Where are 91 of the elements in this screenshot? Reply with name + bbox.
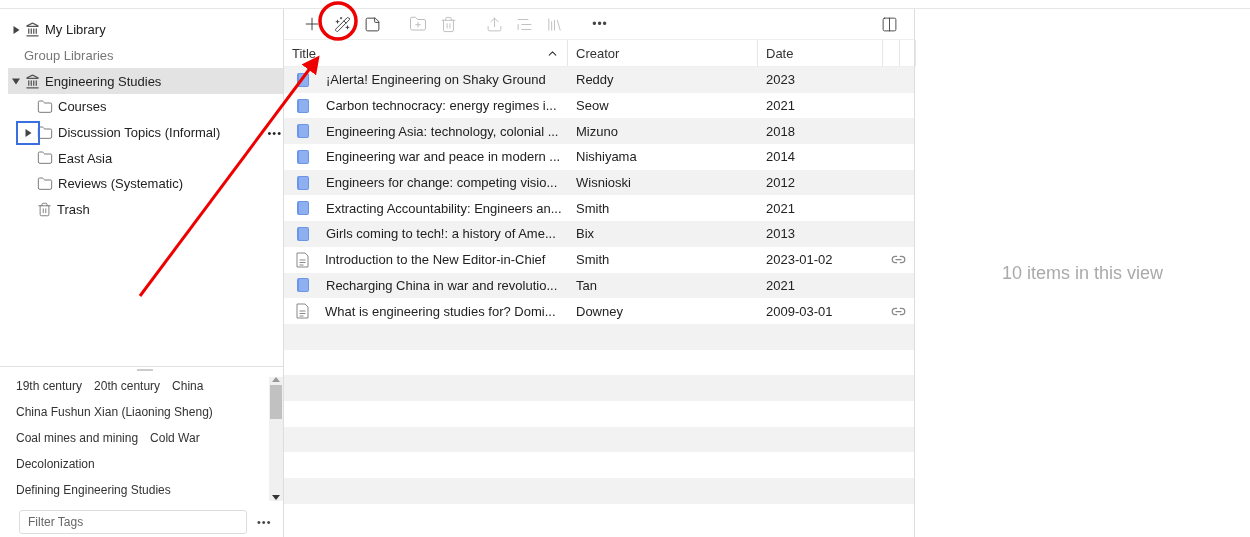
title-cell-text: What is engineering studies for? Domi... bbox=[324, 303, 556, 319]
book-icon bbox=[296, 148, 310, 165]
tag[interactable]: China Fushun Xian (Liaoning Sheng) bbox=[16, 399, 213, 425]
title-cell-text: Engineers for change: competing visio... bbox=[325, 175, 558, 191]
expanded-arrow-icon[interactable] bbox=[12, 77, 20, 86]
creator-cell-text: Tan bbox=[575, 277, 598, 293]
date-cell-text: 2012 bbox=[765, 175, 796, 191]
section-header: Group Libraries bbox=[24, 48, 114, 64]
collapsed-arrow-icon[interactable] bbox=[24, 128, 32, 137]
date-cell-text: 2018 bbox=[765, 123, 796, 139]
folder-icon bbox=[37, 175, 53, 192]
creator-cell-text: Smith bbox=[575, 252, 611, 268]
scrollbar-thumb[interactable] bbox=[270, 385, 282, 419]
tag[interactable]: 19th century bbox=[16, 373, 83, 399]
highlight-square bbox=[16, 121, 40, 145]
column-header[interactable]: Title bbox=[292, 45, 317, 61]
title-cell-text: Engineering war and peace in modern ... bbox=[325, 149, 561, 165]
book-icon bbox=[296, 97, 310, 114]
collapsed-arrow-icon[interactable] bbox=[12, 25, 20, 34]
collection-row[interactable]: Reviews (Systematic) bbox=[8, 171, 283, 197]
scrollbar[interactable] bbox=[269, 377, 283, 501]
resize-handle[interactable] bbox=[137, 369, 153, 371]
date-cell-text: 2023 bbox=[765, 72, 796, 88]
title-cell-text: Introduction to the New Editor-in-Chief bbox=[324, 252, 546, 268]
collection-row[interactable]: Courses bbox=[8, 94, 283, 120]
column-header[interactable]: Date bbox=[766, 45, 794, 61]
title-cell-text: Engineering Asia: technology, colonial ... bbox=[325, 123, 559, 139]
creator-cell-text: Downey bbox=[575, 303, 624, 319]
column-header[interactable]: Creator bbox=[576, 45, 620, 61]
creator-cell-text: Reddy bbox=[575, 72, 615, 88]
collection-row[interactable]: East Asia bbox=[8, 145, 283, 172]
trash-icon bbox=[37, 202, 52, 218]
title-cell-text: ¡Alerta! Engineering on Shaky Ground bbox=[325, 72, 546, 88]
item-row[interactable]: ¡Alerta! Engineering on Shaky Ground Reddy 2023 bbox=[284, 67, 914, 93]
columns-icon bbox=[880, 15, 898, 33]
book-icon bbox=[296, 277, 310, 294]
item-row[interactable]: Recharging China in war and revolutio... Tan 2021 bbox=[284, 272, 914, 299]
scroll-up-icon[interactable] bbox=[272, 377, 280, 383]
date-cell-text: 2023-01-02 bbox=[765, 252, 834, 268]
empty-message: 10 items in this view bbox=[1001, 262, 1164, 284]
creator-cell-text: Wisnioski bbox=[575, 175, 632, 191]
date-cell-text: 2021 bbox=[765, 98, 796, 114]
item-row[interactable]: Engineers for change: competing visio... Wisnioski 2012 bbox=[284, 169, 914, 196]
title-cell-text: Girls coming to tech!: a history of Ame... bbox=[325, 226, 556, 242]
date-cell-text: 2021 bbox=[765, 277, 796, 293]
date-cell-text: 2013 bbox=[765, 226, 796, 242]
date-cell-text: 2009-03-01 bbox=[765, 303, 834, 319]
tag[interactable]: China bbox=[172, 373, 204, 399]
document-icon bbox=[296, 251, 309, 268]
creator-cell-text: Bix bbox=[575, 226, 596, 242]
scroll-down-icon[interactable] bbox=[272, 495, 280, 501]
item-row[interactable]: Girls coming to tech!: a history of Ame... Bix 2013 bbox=[284, 221, 914, 247]
library-icon bbox=[25, 73, 40, 89]
book-icon bbox=[296, 200, 310, 217]
folder-icon bbox=[37, 150, 53, 167]
folder-plus-icon bbox=[409, 15, 427, 33]
creator-cell-text: Seow bbox=[575, 98, 610, 114]
note-icon bbox=[363, 15, 381, 33]
collection-row[interactable]: My Library bbox=[8, 17, 283, 43]
title-cell-text: Carbon technocracy: energy regimes i... bbox=[325, 98, 557, 114]
folder-icon bbox=[37, 98, 53, 115]
date-cell-text: 2021 bbox=[765, 200, 796, 216]
collection-row[interactable]: Trash bbox=[8, 196, 283, 223]
title-cell-text: Recharging China in war and revolutio... bbox=[325, 277, 558, 293]
book-icon bbox=[296, 123, 310, 140]
tag[interactable]: 20th century bbox=[94, 373, 161, 399]
filter-tags-field[interactable]: Filter Tags bbox=[19, 510, 247, 534]
folder-icon bbox=[37, 124, 53, 141]
annotation-circle bbox=[318, 1, 358, 41]
date-cell-text: 2014 bbox=[765, 149, 796, 165]
books-icon bbox=[545, 15, 563, 33]
tag[interactable]: Defining Engineering Studies bbox=[16, 477, 171, 503]
collection-row[interactable]: Engineering Studies bbox=[8, 68, 283, 95]
more-button[interactable]: ••• bbox=[589, 13, 611, 35]
tag[interactable]: Coal mines and mining bbox=[16, 425, 139, 451]
document-icon bbox=[296, 303, 309, 320]
tag[interactable]: Decolonization bbox=[16, 451, 95, 477]
upload-icon bbox=[485, 15, 503, 33]
creator-cell-text: Mizuno bbox=[575, 123, 619, 139]
collection-row[interactable]: Discussion Topics (Informal) ••• bbox=[8, 119, 283, 146]
tag[interactable]: Cold War bbox=[150, 425, 200, 451]
library-icon bbox=[25, 22, 40, 38]
tag-menu-button[interactable]: ••• bbox=[257, 516, 272, 528]
item-row[interactable]: Engineering Asia: technology, colonial ... Mizuno 2018 bbox=[284, 118, 914, 145]
book-icon bbox=[296, 225, 310, 242]
creator-cell-text: Nishiyama bbox=[575, 149, 638, 165]
book-icon bbox=[296, 174, 310, 191]
creator-cell-text: Smith bbox=[575, 200, 611, 216]
trash-icon bbox=[439, 15, 457, 33]
title-cell-text: Extracting Accountability: Engineers an... bbox=[325, 200, 562, 216]
magic-wand-icon bbox=[333, 15, 351, 33]
